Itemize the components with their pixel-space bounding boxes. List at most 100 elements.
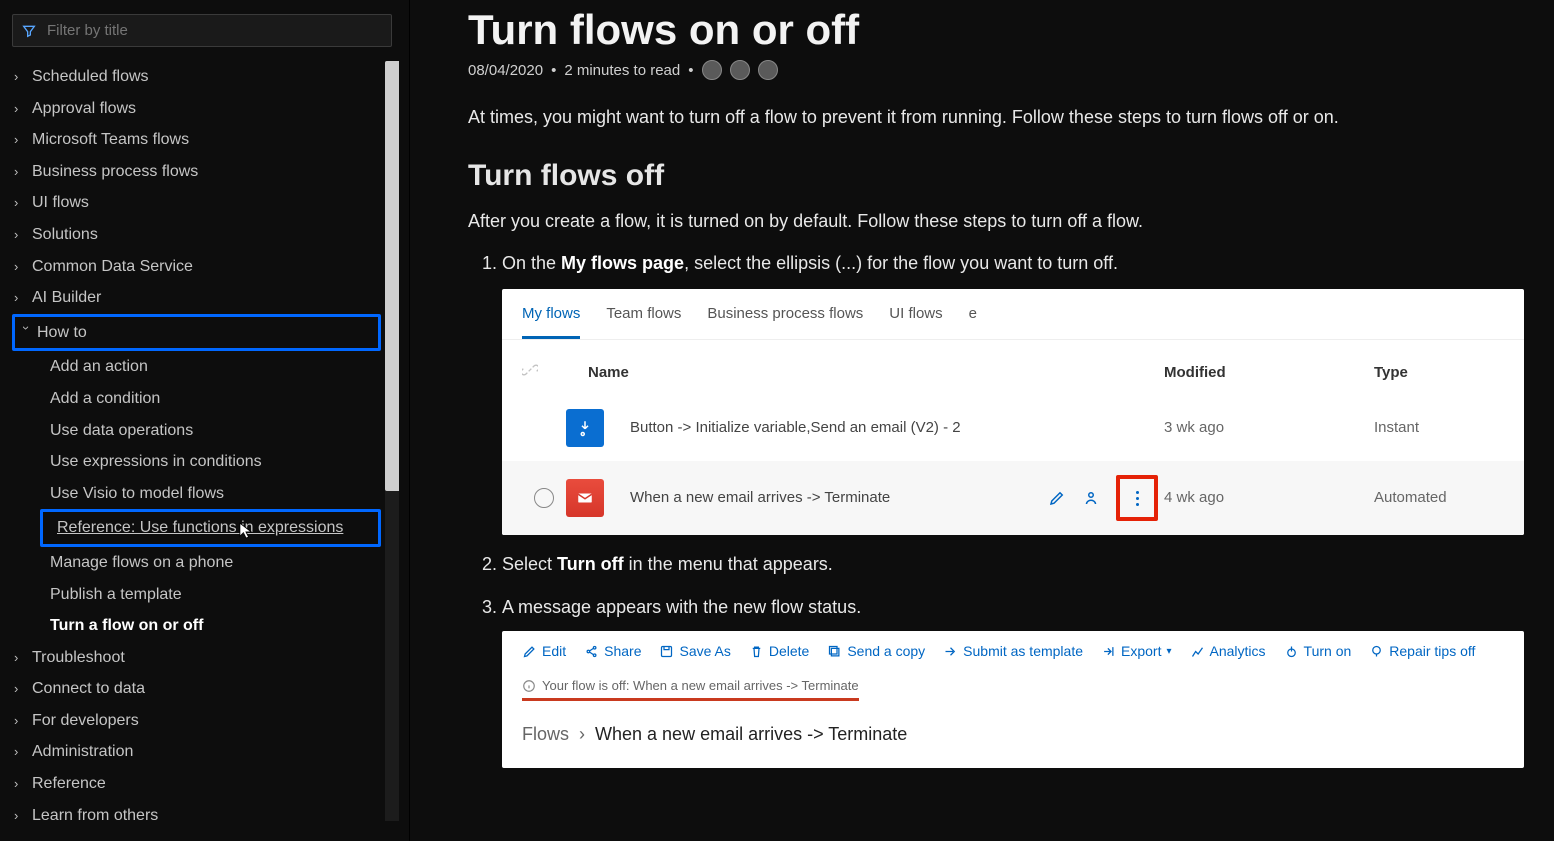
- flow-off-message: Your flow is off: When a new email arriv…: [522, 676, 859, 701]
- table-header: Name Modified Type: [502, 339, 1524, 396]
- toc-child-reference-functions[interactable]: Reference: Use functions in expressions: [47, 514, 374, 542]
- col-name[interactable]: Name: [582, 362, 1164, 386]
- toc-item-bpf[interactable]: ›Business process flows: [12, 156, 399, 188]
- breadcrumb-root[interactable]: Flows: [522, 724, 569, 744]
- article-readtime: 2 minutes to read: [564, 62, 680, 79]
- toc-child-add-condition[interactable]: Add a condition: [12, 383, 399, 415]
- toc-child-data-operations[interactable]: Use data operations: [12, 415, 399, 447]
- steps-list: On the My flows page, select the ellipsi…: [468, 250, 1524, 768]
- flow-modified: 4 wk ago: [1164, 487, 1374, 510]
- button-flow-icon: [566, 409, 604, 447]
- sidebar: ›Scheduled flows ›Approval flows ›Micros…: [0, 0, 410, 841]
- cmd-analytics[interactable]: Analytics: [1190, 641, 1266, 662]
- filter-input[interactable]: [45, 21, 383, 40]
- tab-bpf[interactable]: Business process flows: [707, 303, 863, 339]
- share-icon[interactable]: [1082, 489, 1100, 507]
- toc-child-turn-onoff[interactable]: Turn a flow on or off: [12, 610, 399, 642]
- step-2: Select Turn off in the menu that appears…: [502, 551, 1524, 578]
- chevron-right-icon: ›: [14, 131, 28, 149]
- cmd-repair-tips[interactable]: Repair tips off: [1369, 641, 1475, 662]
- table-row[interactable]: When a new email arrives -> Terminate 4 …: [502, 461, 1524, 535]
- cmd-delete[interactable]: Delete: [749, 641, 809, 662]
- toc-item-cds[interactable]: ›Common Data Service: [12, 251, 399, 283]
- flow-tabs: My flows Team flows Business process flo…: [502, 289, 1524, 339]
- toc-item-approval-flows[interactable]: ›Approval flows: [12, 93, 399, 125]
- chevron-down-icon: ›: [17, 326, 35, 340]
- col-modified[interactable]: Modified: [1164, 362, 1374, 386]
- chevron-right-icon: ›: [14, 775, 28, 793]
- toc-item-scheduled-flows[interactable]: ›Scheduled flows: [12, 61, 399, 93]
- chevron-right-icon: ›: [14, 100, 28, 118]
- chevron-right-icon: ›: [14, 258, 28, 276]
- flow-type: Instant: [1374, 417, 1504, 440]
- cmd-edit[interactable]: Edit: [522, 641, 566, 662]
- cmd-export[interactable]: Export▾: [1101, 641, 1172, 662]
- toc-item-howto[interactable]: ›How to: [19, 319, 374, 347]
- breadcrumb-current: When a new email arrives -> Terminate: [595, 724, 907, 744]
- toc-item-reference[interactable]: ›Reference: [12, 768, 399, 800]
- chevron-right-icon: ›: [14, 68, 28, 86]
- ellipsis-highlight: [1116, 475, 1158, 521]
- chevron-right-icon: ›: [14, 712, 28, 730]
- chevron-right-icon: ›: [14, 163, 28, 181]
- cmd-save-as[interactable]: Save As: [659, 641, 730, 662]
- section-heading: Turn flows off: [468, 159, 1524, 193]
- filter-icon: [21, 23, 37, 39]
- cmd-submit-template[interactable]: Submit as template: [943, 641, 1083, 662]
- toc-item-developers[interactable]: ›For developers: [12, 705, 399, 737]
- toc-child-expressions[interactable]: Use expressions in conditions: [12, 446, 399, 478]
- highlight-reference: Reference: Use functions in expressions: [40, 509, 381, 547]
- link-icon: [522, 362, 538, 378]
- chevron-right-icon: ›: [14, 743, 28, 761]
- toc-item-teams-flows[interactable]: ›Microsoft Teams flows: [12, 124, 399, 156]
- toc-child-visio[interactable]: Use Visio to model flows: [12, 478, 399, 510]
- row-select[interactable]: [522, 488, 566, 508]
- contributor-avatar[interactable]: [702, 60, 722, 80]
- tab-my-flows[interactable]: My flows: [522, 303, 580, 339]
- chevron-right-icon: ›: [14, 649, 28, 667]
- col-type[interactable]: Type: [1374, 362, 1504, 386]
- article-date: 08/04/2020: [468, 62, 543, 79]
- edit-icon[interactable]: [1048, 489, 1066, 507]
- toc-child-publish-template[interactable]: Publish a template: [12, 579, 399, 611]
- gmail-flow-icon: [566, 479, 604, 517]
- toc-item-troubleshoot[interactable]: ›Troubleshoot: [12, 642, 399, 674]
- cmd-share[interactable]: Share: [584, 641, 641, 662]
- toc-item-ui-flows[interactable]: ›UI flows: [12, 187, 399, 219]
- article-meta: 08/04/2020 • 2 minutes to read •: [468, 60, 1524, 80]
- toc-item-administration[interactable]: ›Administration: [12, 736, 399, 768]
- toc-child-add-action[interactable]: Add an action: [12, 351, 399, 383]
- col-icon: [522, 362, 582, 386]
- toc-item-solutions[interactable]: ›Solutions: [12, 219, 399, 251]
- flow-name[interactable]: Button -> Initialize variable,Send an em…: [630, 417, 1164, 440]
- table-of-contents: ›Scheduled flows ›Approval flows ›Micros…: [12, 61, 399, 821]
- more-ellipsis-icon[interactable]: [1128, 485, 1146, 511]
- flow-type: Automated: [1374, 487, 1504, 510]
- row-actions: [1048, 475, 1158, 521]
- toc-item-learn[interactable]: ›Learn from others: [12, 800, 399, 821]
- highlight-howto: ›How to: [12, 314, 381, 352]
- step-3: A message appears with the new flow stat…: [502, 594, 1524, 768]
- tab-ui-flows[interactable]: UI flows: [889, 303, 942, 339]
- contributor-avatar[interactable]: [758, 60, 778, 80]
- cmd-send-copy[interactable]: Send a copy: [827, 641, 925, 662]
- contributor-avatar[interactable]: [730, 60, 750, 80]
- filter-box[interactable]: [12, 14, 392, 47]
- step-1: On the My flows page, select the ellipsi…: [502, 250, 1524, 535]
- toc-child-manage-phone[interactable]: Manage flows on a phone: [12, 547, 399, 579]
- flow-name[interactable]: When a new email arrives -> Terminate: [630, 487, 1048, 510]
- toc-item-ai-builder[interactable]: ›AI Builder: [12, 282, 399, 314]
- screenshot-flow-list: My flows Team flows Business process flo…: [502, 289, 1524, 535]
- screenshot-flow-detail: Edit Share Save As Delete Send a copy Su…: [502, 631, 1524, 768]
- info-icon: [522, 679, 536, 693]
- scrollbar-thumb[interactable]: [385, 61, 399, 491]
- toc-item-connect-data[interactable]: ›Connect to data: [12, 673, 399, 705]
- tab-team-flows[interactable]: Team flows: [606, 303, 681, 339]
- cursor-icon: [239, 522, 253, 540]
- intro-paragraph: At times, you might want to turn off a f…: [468, 104, 1524, 131]
- article: Turn flows on or off 08/04/2020 • 2 minu…: [410, 0, 1554, 841]
- table-row[interactable]: Button -> Initialize variable,Send an em…: [502, 395, 1524, 461]
- chevron-right-icon: ›: [14, 680, 28, 698]
- chevron-right-icon: ›: [14, 289, 28, 307]
- cmd-turn-on[interactable]: Turn on: [1284, 641, 1352, 662]
